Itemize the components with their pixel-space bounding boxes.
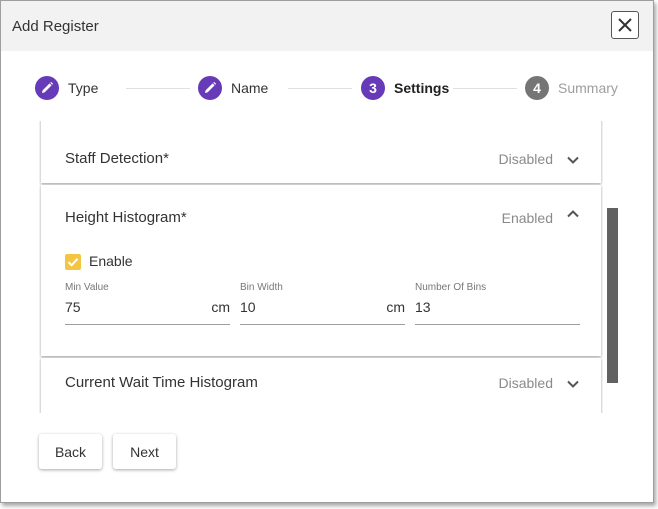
add-register-dialog: Add Register Type Name 3 Settings 4 Summ… xyxy=(0,0,654,503)
step-settings-badge: 3 xyxy=(361,76,385,100)
dialog-titlebar: Add Register xyxy=(1,1,653,51)
dialog-title: Add Register xyxy=(12,18,99,35)
close-icon xyxy=(618,18,632,32)
stepper-connector xyxy=(453,88,517,89)
pencil-icon xyxy=(205,81,217,93)
height-histogram-panel: Height Histogram* Enabled Enable Min Val… xyxy=(41,185,601,356)
step-settings-label: Settings xyxy=(394,80,450,96)
chevron-down-icon[interactable] xyxy=(566,377,580,391)
stepper-connector xyxy=(288,88,352,89)
min-value-input[interactable]: 75 xyxy=(65,299,81,315)
enable-label: Enable xyxy=(89,253,133,269)
bin-width-input[interactable]: 10 xyxy=(240,299,256,315)
number-of-bins-input[interactable]: 13 xyxy=(415,299,431,315)
bin-width-field[interactable]: Bin Width 10 cm xyxy=(240,282,405,325)
next-button[interactable]: Next xyxy=(113,434,176,469)
step-type[interactable]: Type xyxy=(35,76,98,100)
step-settings[interactable]: 3 Settings xyxy=(361,76,449,100)
step-summary-badge: 4 xyxy=(525,76,549,100)
settings-scroll-area[interactable]: Staff Detection* Disabled Height Histogr… xyxy=(39,121,603,413)
step-name-label: Name xyxy=(231,80,269,96)
step-summary[interactable]: 4 Summary xyxy=(525,76,618,100)
status-text: Disabled xyxy=(498,151,553,167)
field-label: Number Of Bins xyxy=(415,282,487,293)
step-name-badge xyxy=(198,76,222,100)
step-type-badge xyxy=(35,76,59,100)
check-icon xyxy=(67,258,79,267)
number-of-bins-field[interactable]: Number Of Bins 13 xyxy=(415,282,580,325)
status-text: Disabled xyxy=(498,375,553,391)
panel-title: Height Histogram* xyxy=(65,209,187,226)
enable-checkbox[interactable] xyxy=(65,254,81,270)
chevron-up-icon[interactable] xyxy=(566,207,580,221)
step-name[interactable]: Name xyxy=(198,76,268,100)
stepper-connector xyxy=(126,88,190,89)
unit-suffix: cm xyxy=(211,299,230,315)
step-type-label: Type xyxy=(68,80,99,96)
unit-suffix: cm xyxy=(386,299,405,315)
staff-detection-panel[interactable]: Staff Detection* Disabled xyxy=(41,121,601,183)
panel-title: Current Wait Time Histogram xyxy=(65,374,258,391)
min-value-field[interactable]: Min Value 75 cm xyxy=(65,282,230,325)
status-text: Enabled xyxy=(501,210,553,226)
step-summary-label: Summary xyxy=(558,80,618,96)
panel-title: Staff Detection* xyxy=(65,150,169,167)
scrollbar-thumb[interactable] xyxy=(607,208,618,383)
field-label: Min Value xyxy=(65,282,109,293)
back-button[interactable]: Back xyxy=(39,434,102,469)
close-button[interactable] xyxy=(611,11,639,39)
pencil-icon xyxy=(42,81,54,93)
current-wait-time-panel[interactable]: Current Wait Time Histogram Disabled xyxy=(41,358,601,413)
field-label: Bin Width xyxy=(240,282,283,293)
chevron-down-icon[interactable] xyxy=(566,153,580,167)
